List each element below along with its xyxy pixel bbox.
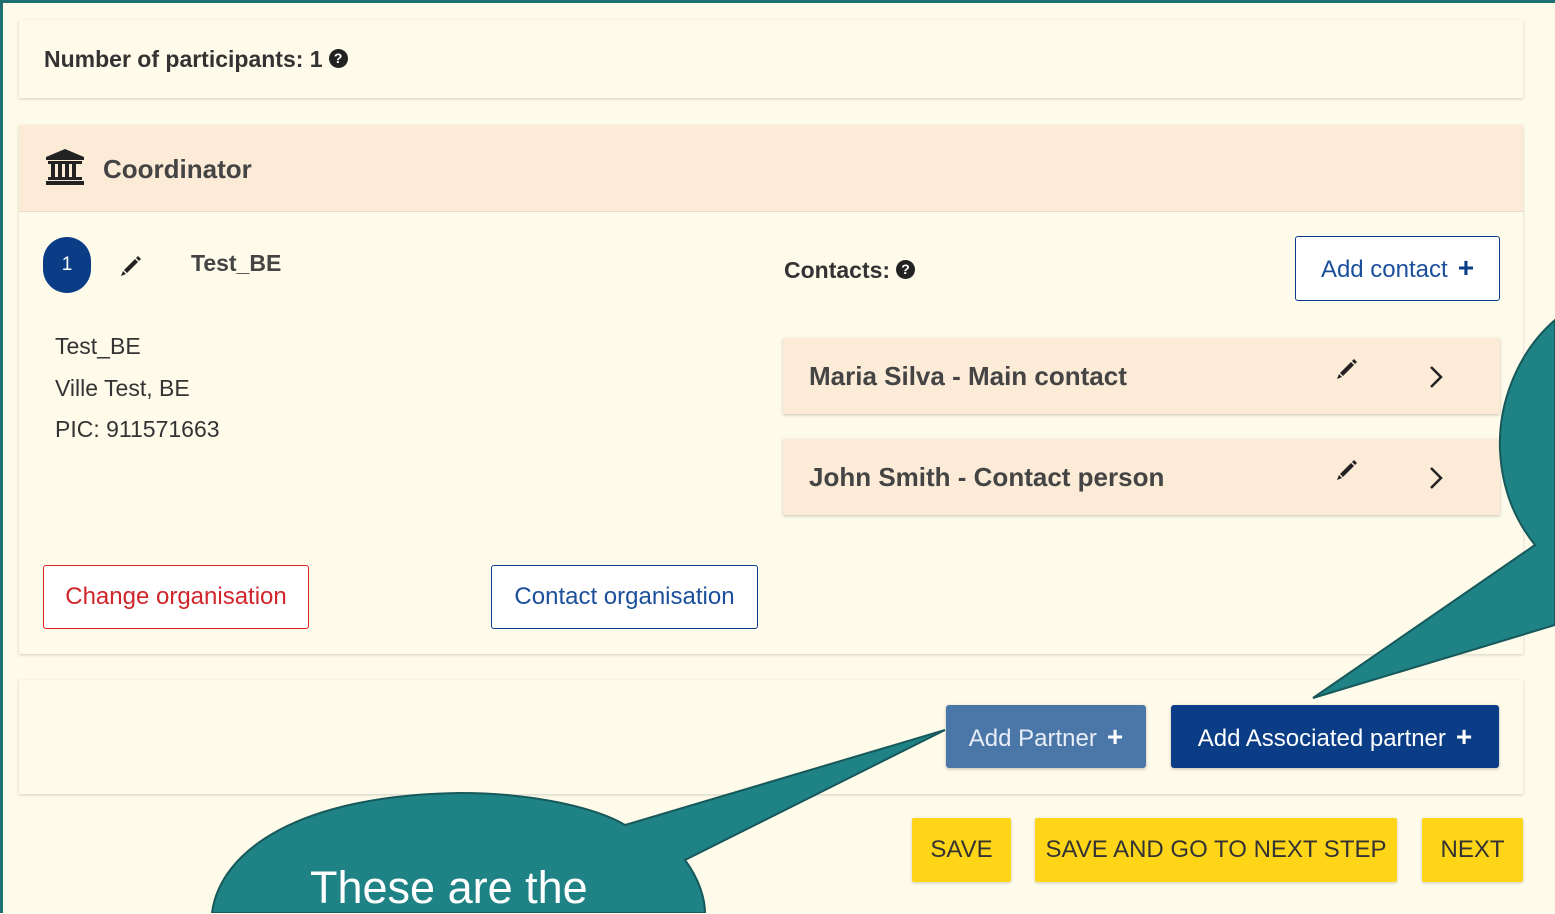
bank-icon	[46, 149, 84, 185]
chevron-right-icon[interactable]	[1428, 466, 1444, 490]
callout-text: These are the	[310, 862, 588, 913]
coordinator-card: Coordinator 1 Test_BE Test_BE Ville Test…	[19, 125, 1523, 654]
question-circle-icon[interactable]: ?	[328, 49, 348, 69]
edit-pencil-icon[interactable]	[1336, 459, 1358, 481]
contact-row[interactable]: Maria Silva - Main contact	[783, 338, 1500, 414]
save-button[interactable]: SAVE	[912, 818, 1011, 882]
address-line-city: Ville Test, BE	[55, 375, 190, 401]
partners-card: Add Partner + Add Associated partner +	[19, 680, 1523, 794]
address-line-pic: PIC: 911571663	[55, 416, 220, 442]
add-associated-partner-button[interactable]: Add Associated partner +	[1171, 705, 1499, 768]
contact-row[interactable]: John Smith - Contact person	[783, 439, 1500, 515]
organisation-name: Test_BE	[191, 250, 282, 276]
participants-count-text: Number of participants: 1	[44, 46, 323, 72]
add-partner-label: Add Partner	[968, 725, 1097, 752]
contacts-label-text: Contacts:	[784, 257, 891, 283]
participants-count-label: Number of participants: 1?	[44, 46, 348, 73]
address-line-name: Test_BE	[55, 333, 141, 359]
plus-icon: +	[1457, 252, 1475, 283]
contacts-label: Contacts:?	[784, 257, 916, 284]
change-organisation-button[interactable]: Change organisation	[43, 565, 309, 629]
chevron-right-icon[interactable]	[1428, 365, 1444, 389]
next-button[interactable]: NEXT	[1422, 818, 1523, 882]
save-and-next-button[interactable]: SAVE AND GO TO NEXT STEP	[1035, 818, 1397, 882]
participant-number-badge: 1	[43, 237, 91, 293]
plus-icon: +	[1455, 721, 1473, 752]
add-contact-label: Add contact	[1320, 256, 1448, 283]
coordinator-header: Coordinator	[19, 125, 1523, 212]
add-contact-button[interactable]: Add contact +	[1295, 236, 1500, 301]
contact-organisation-button[interactable]: Contact organisation	[491, 565, 758, 629]
add-partner-button[interactable]: Add Partner +	[946, 705, 1146, 768]
question-circle-icon[interactable]: ?	[896, 260, 916, 280]
plus-icon: +	[1106, 721, 1124, 752]
edit-pencil-icon[interactable]	[120, 255, 142, 277]
participants-card: Number of participants: 1?	[19, 20, 1523, 98]
edit-pencil-icon[interactable]	[1336, 358, 1358, 380]
contact-name: Maria Silva - Main contact	[809, 361, 1127, 391]
contact-name: John Smith - Contact person	[809, 462, 1165, 492]
add-associated-partner-label: Add Associated partner	[1197, 725, 1446, 752]
coordinator-title: Coordinator	[103, 154, 252, 184]
